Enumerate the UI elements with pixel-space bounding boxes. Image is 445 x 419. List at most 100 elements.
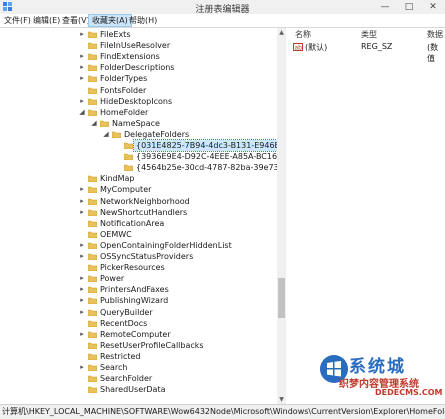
tree-item[interactable]: ▸ Search xyxy=(80,362,277,373)
expand-arrow-icon[interactable]: ▸ xyxy=(78,184,86,195)
menu-bar: 文件(F) 编辑(E) 查看(V) 收藏夹(A) 帮助(H) xyxy=(0,14,445,28)
column-header-type[interactable]: 类型 xyxy=(361,29,377,40)
column-header-name[interactable]: 名称 xyxy=(295,29,311,40)
expand-arrow-icon[interactable]: ▸ xyxy=(78,251,86,262)
folder-icon xyxy=(88,375,97,383)
folder-icon xyxy=(88,309,97,316)
tree-item[interactable]: ▸ MyComputer xyxy=(80,184,277,195)
tree-item-label: Restricted xyxy=(100,351,141,361)
expand-arrow-icon[interactable]: ▸ xyxy=(78,273,86,284)
tree-item[interactable]: ▸ FolderDescriptions xyxy=(80,62,277,73)
tree-item[interactable]: ▸ NetworkNeighborhood xyxy=(80,196,277,207)
folder-icon xyxy=(88,386,97,394)
expand-arrow-icon[interactable]: ◢ xyxy=(78,107,86,118)
menu-file[interactable]: 文件(F) xyxy=(1,15,34,26)
tree-item-label: NewShortcutHandlers xyxy=(100,207,188,217)
tree-item[interactable]: SearchFolder xyxy=(88,373,277,384)
tree-item-label: KindMap xyxy=(100,174,135,184)
tree-item-label: OEMWC xyxy=(100,229,132,239)
tree-item[interactable]: ▸ FileExts xyxy=(80,29,277,40)
tree-item-label: {4564b25e-30cd-4787-82ba-39e73a750b14} xyxy=(136,163,278,173)
expand-arrow-icon[interactable]: ▸ xyxy=(78,329,86,340)
title-bar: 注册表编辑器 — □ ✕ xyxy=(0,0,445,15)
tree-item[interactable]: ▸ FindExtensions xyxy=(80,51,277,62)
tree-item[interactable]: ▸ RemoteComputer xyxy=(80,329,277,340)
expand-arrow-icon[interactable]: ▸ xyxy=(78,307,86,318)
close-button[interactable]: ✕ xyxy=(421,0,445,14)
tree-item[interactable]: ▸ NewShortcutHandlers xyxy=(80,207,277,218)
status-bar: 计算机\HKEY_LOCAL_MACHINE\SOFTWARE\Wow6432N… xyxy=(0,404,445,419)
tree-item[interactable]: ResetUserProfileCallbacks xyxy=(88,340,277,351)
expand-arrow-icon[interactable]: ▸ xyxy=(78,62,86,73)
tree-scrollbar[interactable]: ▲ ▼ xyxy=(277,28,286,404)
expand-arrow-icon[interactable]: ▸ xyxy=(78,362,86,373)
expand-arrow-icon[interactable]: ▸ xyxy=(78,295,86,306)
tree-item-label: SharedUserData xyxy=(100,385,166,395)
tree-item[interactable]: ▸ QueryBuilder xyxy=(80,307,277,318)
tree-item[interactable]: NotificationArea xyxy=(88,218,277,229)
scrollbar-thumb[interactable] xyxy=(278,278,285,318)
tree-item[interactable]: OEMWC xyxy=(88,229,277,240)
folder-icon xyxy=(88,42,97,50)
folder-icon xyxy=(88,364,97,371)
folder-icon xyxy=(88,298,97,305)
folder-icon xyxy=(88,176,97,183)
expand-arrow-icon[interactable]: ▸ xyxy=(78,240,86,251)
folder-icon xyxy=(100,120,109,127)
tree-item[interactable]: ▸ PublishingWizard xyxy=(80,295,277,306)
tree-item[interactable]: ▸ OSSyncStatusProviders xyxy=(80,251,277,262)
registry-key-tree[interactable]: ▸ FileExts FileInUseResolver ▸ FindExtension… xyxy=(0,28,278,404)
maximize-button[interactable]: □ xyxy=(397,0,421,14)
tree-item[interactable]: ◢ HomeFolder xyxy=(79,107,277,118)
folder-icon xyxy=(88,87,97,94)
tree-item[interactable]: Restricted xyxy=(88,351,277,362)
folder-icon xyxy=(88,287,97,294)
tree-item[interactable]: {031E4825-7B94-4dc3-B131-E946B44C8DD5} xyxy=(124,139,277,152)
folder-icon xyxy=(88,242,97,249)
tree-item[interactable]: ▸ PrintersAndFaxes xyxy=(80,284,277,295)
tree-item[interactable]: RecentDocs xyxy=(88,318,277,329)
string-value-icon: ab xyxy=(293,43,303,51)
tree-item[interactable]: ▸ OpenContainingFolderHiddenList xyxy=(80,240,277,251)
tree-item-label: DelegateFolders xyxy=(124,129,190,139)
expand-arrow-icon[interactable]: ▸ xyxy=(78,51,86,62)
menu-help[interactable]: 帮助(H) xyxy=(126,15,160,26)
folder-icon xyxy=(124,164,133,172)
tree-item[interactable]: FileInUseResolver xyxy=(88,40,277,51)
tree-item-label: PickerResources xyxy=(100,263,165,273)
expand-arrow-icon[interactable]: ▸ xyxy=(78,196,86,207)
tree-item[interactable]: ◢ NameSpace xyxy=(91,118,277,129)
tree-item[interactable]: KindMap xyxy=(88,173,277,184)
tree-item[interactable]: ▸ HideDesktopIcons xyxy=(80,96,277,107)
expand-arrow-icon[interactable]: ▸ xyxy=(78,96,86,107)
expand-arrow-icon[interactable]: ▸ xyxy=(78,284,86,295)
tree-item[interactable]: FontsFolder xyxy=(88,85,277,96)
tree-item-label: HomeFolder xyxy=(100,107,149,117)
tree-item[interactable]: {3936E9E4-D92C-4EEE-A85A-BC16D5EA0819} xyxy=(124,151,277,162)
column-header-data[interactable]: 数据 xyxy=(427,29,443,40)
tree-item[interactable]: ▸ Power xyxy=(80,273,277,284)
tree-item-label: FontsFolder xyxy=(100,85,147,95)
minimize-button[interactable]: — xyxy=(373,0,397,14)
expand-arrow-icon[interactable]: ▸ xyxy=(78,73,86,84)
tree-item-label: NameSpace xyxy=(112,118,160,128)
expand-arrow-icon[interactable]: ▸ xyxy=(78,207,86,218)
folder-icon xyxy=(88,275,97,283)
folder-icon xyxy=(88,53,97,61)
expand-arrow-icon[interactable]: ◢ xyxy=(102,129,110,140)
tree-item[interactable]: ▸ FolderTypes xyxy=(80,73,277,84)
values-list-pane: 名称 类型 数据 ab (默认) REG_SZ (数值 xyxy=(287,28,445,404)
folder-icon xyxy=(88,98,97,105)
scroll-up-arrow-icon[interactable]: ▲ xyxy=(277,28,286,37)
tree-item[interactable]: SharedUserData xyxy=(88,384,277,395)
expand-arrow-icon[interactable]: ◢ xyxy=(90,118,98,129)
value-name-default[interactable]: (默认) xyxy=(305,42,327,53)
tree-item[interactable]: ◢ DelegateFolders xyxy=(103,129,277,140)
folder-icon xyxy=(88,231,97,238)
tree-item-label: Search xyxy=(100,363,128,372)
scroll-down-arrow-icon[interactable]: ▼ xyxy=(277,395,286,404)
folder-icon xyxy=(88,264,97,272)
expand-arrow-icon[interactable]: ▸ xyxy=(78,29,86,40)
tree-item[interactable]: {4564b25e-30cd-4787-82ba-39e73a750b14} xyxy=(124,162,278,173)
tree-item[interactable]: PickerResources xyxy=(88,262,277,273)
